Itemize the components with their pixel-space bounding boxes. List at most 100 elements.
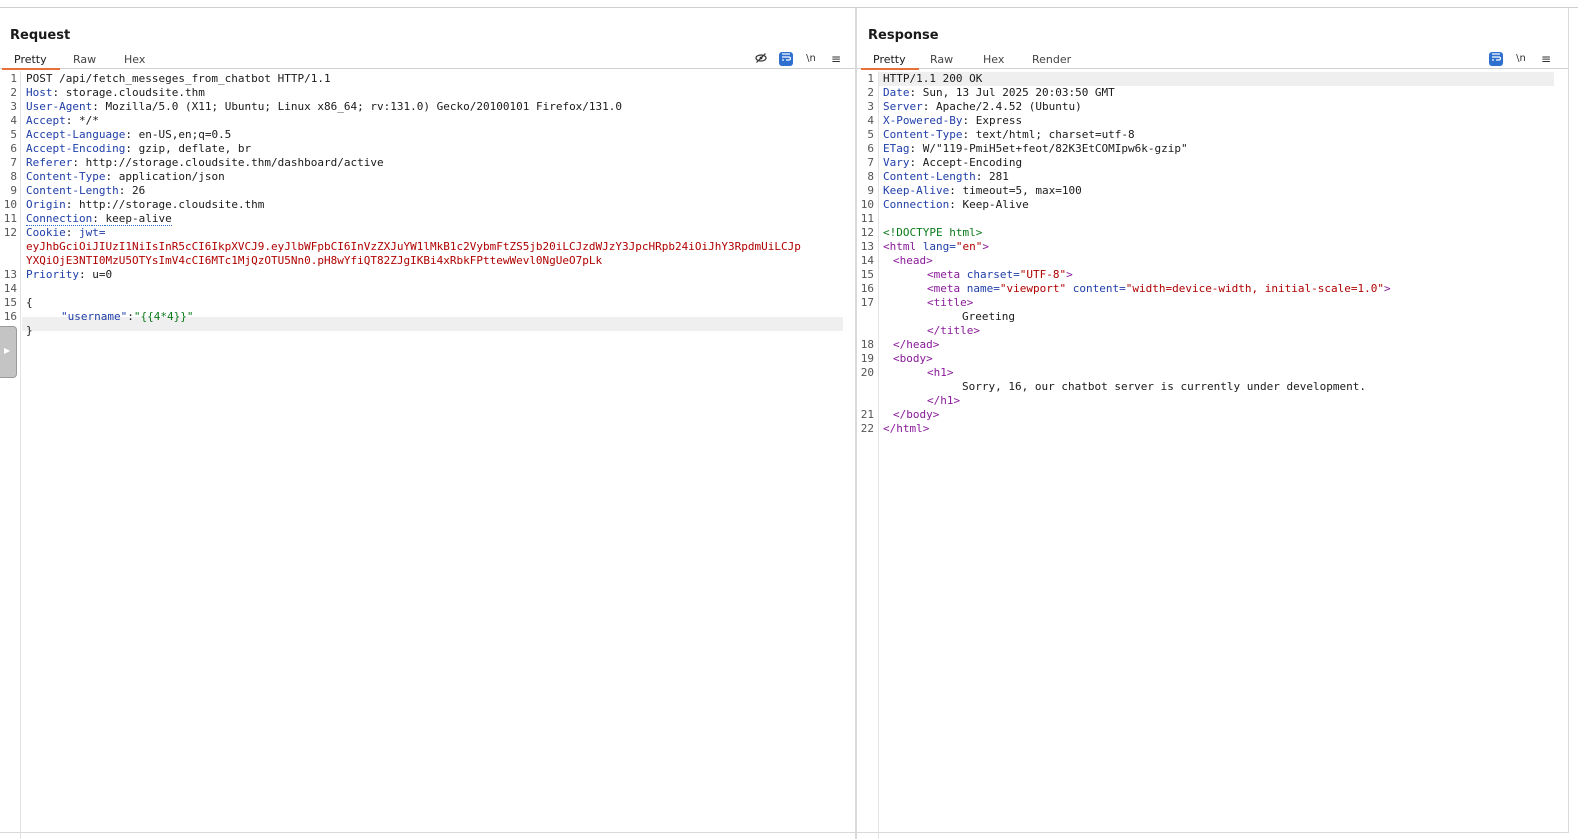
response-tab-pretty[interactable]: Pretty (861, 52, 919, 70)
line-number: 2 (867, 86, 874, 99)
header-value: Keep-Alive (962, 198, 1029, 211)
line-number: 1 (10, 72, 17, 85)
header-line: Referer: http://storage.cloudsite.thm/da… (26, 156, 384, 169)
line-number: 5 (10, 128, 17, 141)
head-close-tag: </head> (893, 338, 940, 351)
line-number: 10 (3, 198, 17, 211)
line-number: 11 (3, 212, 17, 225)
header-name: Connection (883, 198, 950, 211)
word-wrap-icon[interactable] (779, 52, 793, 66)
header-line: User-Agent: Mozilla/5.0 (X11; Ubuntu; Li… (26, 100, 623, 113)
html-attr-value: "width=device-width, initial-scale=1.0" (1125, 282, 1384, 295)
html-attr-value: "en" (955, 240, 983, 253)
header-line: Vary: Accept-Encoding (883, 156, 1023, 169)
header-name: User-Agent (26, 100, 93, 113)
line-number: 9 (10, 184, 17, 197)
response-tab-raw[interactable]: Raw (930, 52, 953, 68)
header-name: Connection (26, 212, 93, 226)
line-number: 15 (3, 296, 17, 309)
line-number: 15 (860, 268, 874, 281)
title-close-tag: </title> (927, 324, 980, 337)
line-number: 16 (860, 282, 874, 295)
header-value: en-US,en;q=0.5 (138, 128, 232, 141)
status-line: HTTP/1.1 200 OK (883, 72, 983, 85)
line-number: 4 (10, 114, 17, 127)
side-panel-handle[interactable]: ▶ (0, 326, 17, 378)
header-name: Accept-Encoding (26, 142, 126, 155)
title-open-tag: <title> (927, 296, 974, 309)
expand-arrow-icon: ▶ (4, 346, 11, 355)
bottom-border (0, 832, 1568, 833)
request-pane: Request Pretty Raw Hex \n ≡ 1 2 3 4 5 6 … (0, 8, 855, 839)
html-attr-value: "viewport" (999, 282, 1067, 295)
line-number: 13 (860, 240, 874, 253)
word-wrap-icon[interactable] (1489, 52, 1503, 66)
head-open-tag: <head> (893, 254, 933, 267)
cookie-value-line: eyJhbGciOiJIUzI1NiIsInR5cCI6IkpXVCJ9.eyJ… (26, 240, 801, 253)
header-name: X-Powered-By (883, 114, 963, 127)
html-tag: > (1384, 282, 1391, 295)
header-value: Express (975, 114, 1023, 127)
line-number: 22 (860, 422, 874, 435)
header-name: Date (883, 86, 910, 99)
header-value: Mozilla/5.0 (X11; Ubuntu; Linux x86_64; … (105, 100, 623, 113)
newline-icon[interactable]: \n (804, 52, 818, 66)
header-name: Accept (26, 114, 66, 127)
response-pane: Response Pretty Raw Hex Render \n ≡ 1 2 … (857, 8, 1568, 839)
request-tab-raw[interactable]: Raw (73, 52, 96, 68)
header-line: Content-Length: 281 (883, 170, 1009, 183)
header-value: Apache/2.4.52 (Ubuntu) (936, 100, 1082, 113)
header-name: Server (883, 100, 923, 113)
header-line: Accept: */* (26, 114, 99, 127)
header-name: Content-Type (26, 170, 106, 183)
response-title: Response (868, 28, 939, 43)
line-number: 12 (3, 226, 17, 239)
html-tag: > (1066, 268, 1073, 281)
header-line: Content-Type: application/json (26, 170, 225, 183)
header-name: Keep-Alive (883, 184, 950, 197)
request-tab-hex[interactable]: Hex (124, 52, 145, 68)
header-name: Referer (26, 156, 73, 169)
header-line: Priority: u=0 (26, 268, 113, 281)
header-value: u=0 (92, 268, 113, 281)
html-open-line: <html lang="en"> (883, 240, 989, 254)
header-value: gzip, deflate, br (138, 142, 252, 155)
line-number: 7 (867, 156, 874, 169)
header-value: 26 (131, 184, 146, 197)
newline-icon[interactable]: \n (1514, 52, 1528, 66)
header-name: Priority (26, 268, 79, 281)
html-attr: lang= (922, 240, 956, 253)
header-line: ETag: W/"119-PmiH5et+feot/82K3EtCOMIpw6k… (883, 142, 1188, 155)
html-tag: <html (883, 240, 917, 253)
response-tab-render[interactable]: Render (1032, 52, 1071, 68)
header-line: X-Powered-By: Express (883, 114, 1023, 127)
body-close-tag: </body> (893, 408, 940, 421)
eye-off-icon[interactable] (754, 52, 768, 66)
line-number: 13 (3, 268, 17, 281)
line-number: 8 (867, 170, 874, 183)
header-name: Content-Length (883, 170, 976, 183)
header-name: Origin (26, 198, 66, 211)
header-name: Accept-Language (26, 128, 126, 141)
json-colon: : (127, 310, 134, 323)
cookie-header-name: Cookie (26, 226, 66, 239)
menu-icon[interactable]: ≡ (829, 52, 843, 66)
request-line: POST /api/fetch_messeges_from_chatbot HT… (26, 72, 331, 85)
header-value: keep-alive (105, 212, 172, 226)
response-tab-hex[interactable]: Hex (983, 52, 1004, 68)
request-tab-pretty[interactable]: Pretty (2, 52, 60, 70)
json-value: "{{4*4}}" (133, 310, 194, 323)
menu-icon[interactable]: ≡ (1539, 52, 1553, 66)
line-number: 14 (3, 282, 17, 295)
html-doctype: <!DOCTYPE html> (883, 226, 983, 239)
request-tab-bar: Pretty Raw Hex (0, 50, 855, 70)
line-number: 2 (10, 86, 17, 99)
h1-close-tag: </h1> (927, 394, 961, 407)
header-line: Keep-Alive: timeout=5, max=100 (883, 184, 1082, 197)
html-attr-value: "UTF-8" (1019, 268, 1067, 281)
meta-charset-line: <meta charset="UTF-8"> (927, 268, 1073, 282)
header-line: Accept-Language: en-US,en;q=0.5 (26, 128, 232, 141)
line-number: 5 (867, 128, 874, 141)
header-value: W/"119-PmiH5et+feot/82K3EtCOMIpw6k-gzip" (922, 142, 1188, 155)
header-line: Content-Length: 26 (26, 184, 146, 197)
